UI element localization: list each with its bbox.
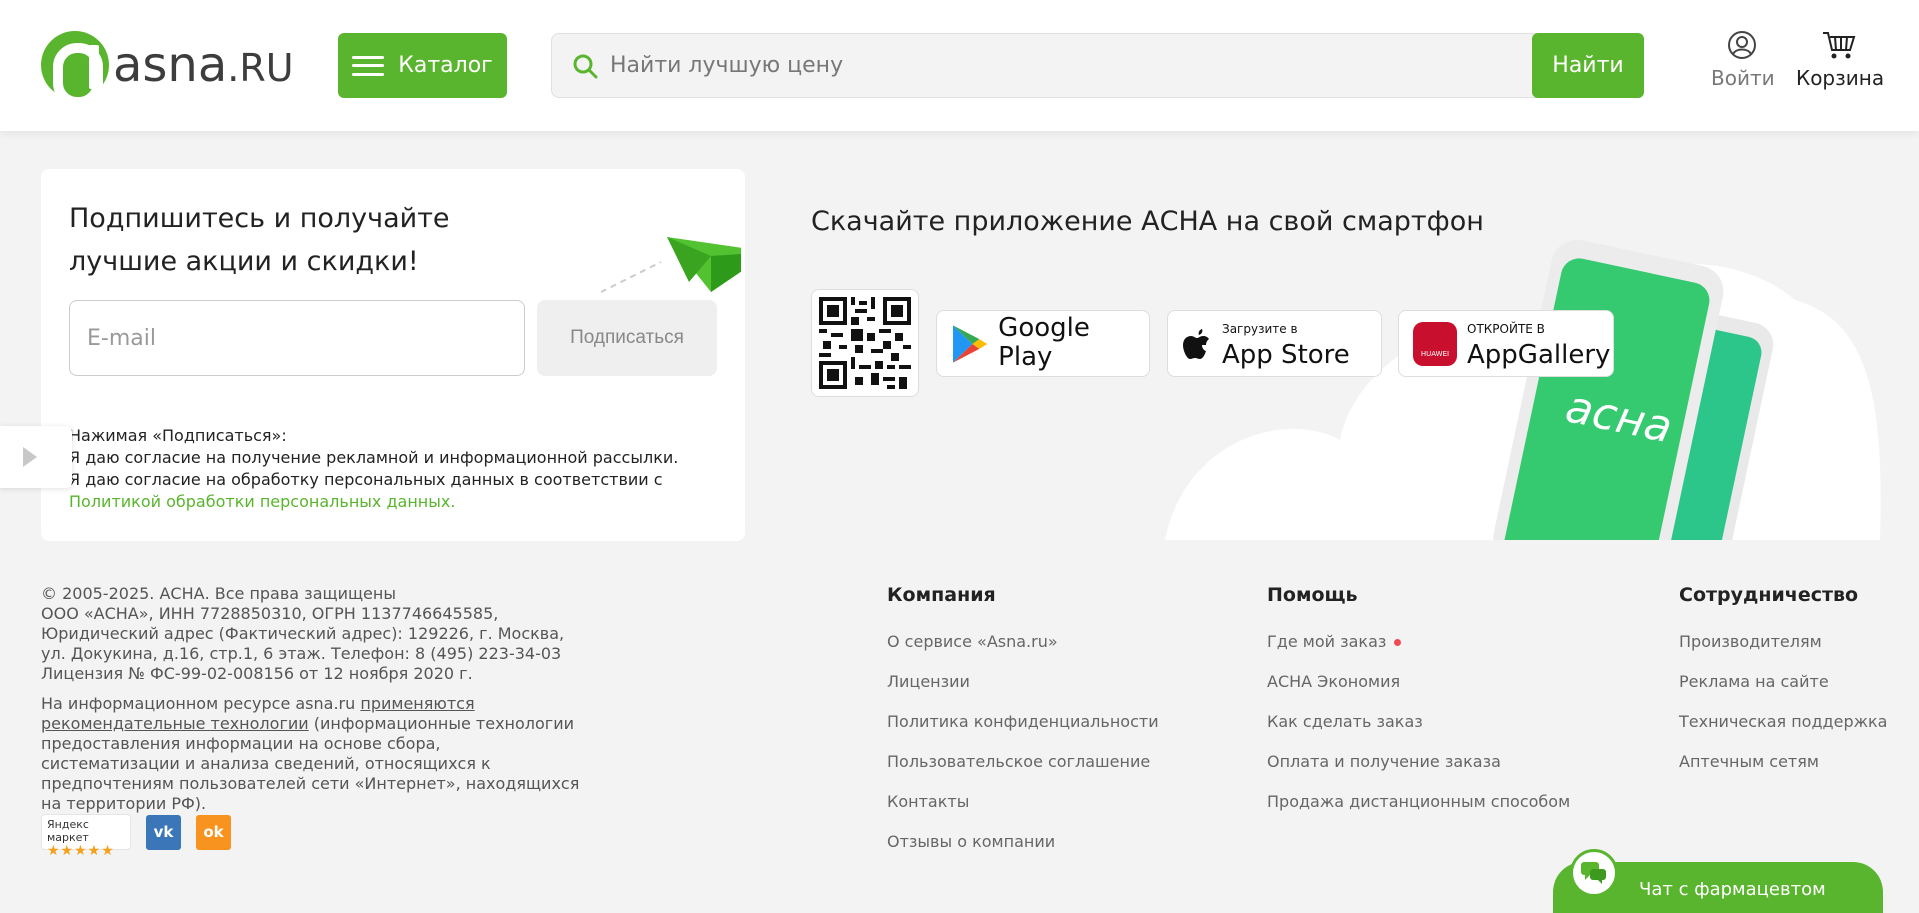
google-play-icon	[952, 324, 988, 363]
phones-illustration: асна	[1165, 240, 1881, 540]
cart-label: Корзина	[1796, 66, 1885, 90]
footer-link[interactable]: Как сделать заказ	[1267, 712, 1570, 732]
footer-link[interactable]: Пользовательское соглашение	[887, 752, 1159, 772]
logo-text: asna.RU	[113, 37, 294, 93]
site-header: asna.RU Каталог Найти Войти Корзина	[0, 0, 1919, 131]
search-input[interactable]	[610, 53, 1510, 78]
app-store-small-label: Загрузите в	[1222, 322, 1298, 336]
qr-code	[811, 289, 919, 397]
footer-legal-info: © 2005-2025. АСНА. Все права защищены ОО…	[41, 584, 581, 830]
appgallery-small-label: ОТКРОЙТЕ В	[1467, 322, 1545, 336]
yandex-market-badge[interactable]: Яндекс маркет ★★★★★	[41, 814, 131, 858]
footer-link[interactable]: Лицензии	[887, 672, 1159, 692]
footer-link[interactable]: Техническая поддержка	[1679, 712, 1887, 732]
footer-link[interactable]: Оплата и получение заказа	[1267, 752, 1570, 772]
appgallery-label: AppGallery	[1467, 340, 1611, 370]
ym-label: Яндекс маркет	[47, 818, 89, 844]
huawei-icon: HUAWEI	[1413, 321, 1457, 366]
side-expand-tab[interactable]	[0, 426, 72, 488]
odnoklassniki-icon[interactable]: ok	[196, 814, 231, 850]
license-text: Лицензия № ФС-99-02-008156 от 12 ноября …	[41, 664, 473, 683]
google-play-button[interactable]: Google Play	[936, 310, 1150, 377]
chat-label: Чат с фармацевтом	[1639, 879, 1826, 900]
search-bar	[551, 33, 1644, 98]
cart-icon	[1823, 32, 1856, 59]
search-button[interactable]: Найти	[1532, 33, 1644, 98]
login-label: Войти	[1711, 66, 1775, 90]
consent-line: Я даю согласие на получение рекламной и …	[69, 448, 679, 467]
footer-link[interactable]: Политика конфиденциальности	[887, 712, 1159, 732]
huawei-label: HUAWEI	[1420, 349, 1450, 358]
footer-column-company: Компания О сервисе «Asna.ru» Лицензии По…	[887, 584, 1159, 872]
pharmacist-chat-button[interactable]: Чат с фармацевтом	[1553, 849, 1883, 913]
user-icon	[1728, 31, 1756, 59]
company-info: ООО «АСНА», ИНН 7728850310, ОГРН 1137746…	[41, 604, 565, 663]
privacy-policy-link[interactable]: Политикой обработки персональных данных.	[69, 491, 729, 513]
vk-icon[interactable]: vk	[146, 814, 181, 850]
app-download-title: Скачайте приложение АСНА на свой смартфо…	[811, 206, 1484, 237]
asna-logo-mark	[41, 31, 109, 107]
consent-line: Я даю согласие на обработку персональных…	[69, 470, 663, 489]
chat-icon	[1570, 849, 1618, 897]
subscribe-card: Подпишитесь и получайте лучшие акции и с…	[41, 169, 745, 541]
column-title: Компания	[887, 584, 996, 606]
apple-icon	[1183, 328, 1209, 359]
copyright: © 2005-2025. АСНА. Все права защищены	[41, 584, 396, 603]
column-title: Сотрудничество	[1679, 584, 1859, 606]
consent-line: Нажимая «Подписаться»:	[69, 426, 287, 445]
recommend-text: На информационном ресурсе asna.ru примен…	[41, 694, 580, 813]
rating-stars-icon: ★★★★★	[47, 843, 115, 859]
subscribe-title: Подпишитесь и получайте лучшие акции и с…	[69, 203, 450, 277]
footer-link[interactable]: О сервисе «Asna.ru»	[887, 632, 1159, 652]
notification-dot	[1394, 639, 1402, 646]
social-links: Яндекс маркет ★★★★★ vk ok	[41, 814, 231, 858]
email-field[interactable]	[69, 300, 525, 376]
search-icon	[573, 54, 598, 78]
login-button[interactable]: Войти	[1711, 30, 1775, 90]
footer-link-where-order[interactable]: Где мой заказ	[1267, 632, 1570, 652]
catalog-label: Каталог	[398, 53, 493, 78]
google-play-label: Google Play	[998, 312, 1090, 372]
footer-column-partnership: Сотрудничество Производителям Реклама на…	[1679, 584, 1887, 792]
footer-link[interactable]: Продажа дистанционным способом	[1267, 792, 1570, 812]
footer-link[interactable]: АСНА Экономия	[1267, 672, 1570, 692]
app-store-label: App Store	[1222, 340, 1350, 370]
subscribe-button[interactable]: Подписаться	[537, 300, 717, 376]
qr-code-image	[819, 297, 911, 389]
footer-column-help: Помощь Где мой заказ АСНА Экономия Как с…	[1267, 584, 1570, 832]
catalog-button[interactable]: Каталог	[338, 33, 507, 98]
footer-link[interactable]: Производителям	[1679, 632, 1887, 652]
appgallery-button[interactable]: HUAWEI ОТКРОЙТЕ В AppGallery	[1398, 310, 1614, 377]
cart-button[interactable]: Корзина	[1796, 30, 1885, 90]
footer-link[interactable]: Реклама на сайте	[1679, 672, 1887, 692]
app-store-button[interactable]: Загрузите в App Store	[1167, 310, 1382, 377]
consent-text: Нажимая «Подписаться»: Я даю согласие на…	[69, 425, 729, 513]
footer-link[interactable]: Аптечным сетям	[1679, 752, 1887, 772]
footer-link[interactable]: Отзывы о компании	[887, 832, 1159, 852]
column-title: Помощь	[1267, 584, 1358, 606]
footer-link[interactable]: Контакты	[887, 792, 1159, 812]
asna-logo[interactable]: asna.RU	[41, 30, 294, 107]
menu-icon	[352, 55, 385, 76]
